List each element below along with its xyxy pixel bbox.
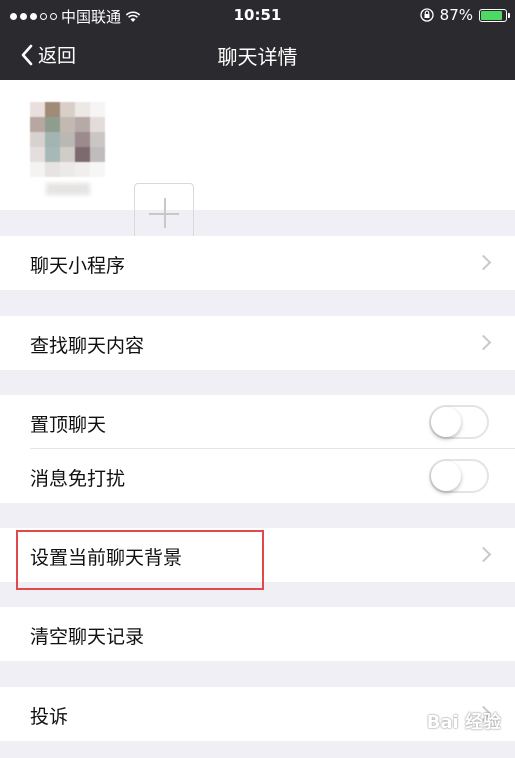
member-name-blurred [46,183,90,195]
pin-chat-toggle[interactable] [429,405,489,439]
status-right: 87% [420,6,510,24]
status-bar: 中国联通 10:51 87% [0,0,515,30]
row-mini-program[interactable]: 聊天小程序 [0,236,515,290]
watermark: Bai 经验 [426,712,501,733]
row-complaint-label: 投诉 [30,706,69,728]
row-mini-program-label: 聊天小程序 [30,255,126,277]
page-title: 聊天详情 [217,45,298,69]
battery-percent: 87% [439,6,473,24]
battery-fill [481,10,502,20]
row-mute-label: 消息免打扰 [30,468,126,490]
highlight-box [16,530,264,590]
toggle-knob [431,407,461,437]
row-search-content-label: 查找聊天内容 [30,335,145,357]
add-member-button[interactable] [134,183,194,243]
mute-toggle[interactable] [429,459,489,493]
chevron-right-icon [475,254,492,271]
nav-bar: 返回 聊天详情 [0,30,515,80]
members-section [0,80,515,243]
row-search-content[interactable]: 查找聊天内容 [0,316,515,370]
row-mute: 消息免打扰 [0,449,515,503]
row-pin-chat-label: 置顶聊天 [30,414,107,436]
row-clear-history-label: 清空聊天记录 [30,626,145,648]
battery-icon [479,8,510,22]
member-avatar[interactable] [30,102,106,178]
toggle-knob [431,461,461,491]
row-clear-history[interactable]: 清空聊天记录 [0,607,515,661]
chevron-right-icon [475,334,492,351]
rotation-lock-icon [420,8,434,22]
chevron-right-icon [475,546,492,563]
row-pin-chat: 置顶聊天 [0,395,515,449]
